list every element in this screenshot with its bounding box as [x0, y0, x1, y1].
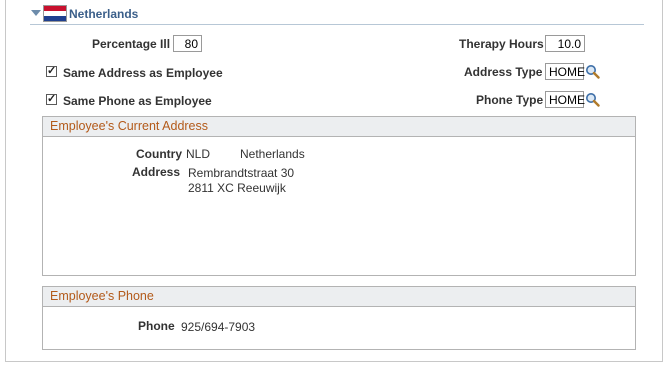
phone-type-label: Phone Type [476, 93, 544, 107]
section-title[interactable]: Netherlands [69, 7, 138, 21]
phone-box-header: Employee's Phone [43, 287, 635, 307]
current-address-header: Employee's Current Address [43, 117, 635, 137]
therapy-hours-label: Therapy Hours [459, 37, 544, 51]
address-type-lookup-icon[interactable] [585, 64, 600, 79]
percentage-label: Percentage Ill [92, 37, 171, 51]
phone-box-title: Employee's Phone [50, 289, 154, 303]
phone-type-input[interactable]: HOME [545, 91, 585, 108]
netherlands-flag-icon [43, 5, 67, 22]
page-frame-right [662, 0, 663, 362]
address-line-1: Rembrandtstraat 30 [188, 166, 295, 180]
phone-value: 925/694-7903 [181, 320, 256, 334]
phone-label: Phone [138, 319, 175, 333]
current-address-box: Employee's Current Address Country NLD N… [42, 116, 636, 276]
page-frame-left [5, 0, 6, 362]
section-header: Netherlands [30, 4, 644, 25]
page-frame-bottom [5, 361, 663, 362]
same-phone-label: Same Phone as Employee [63, 94, 212, 108]
current-address-title: Employee's Current Address [50, 119, 209, 133]
same-address-label: Same Address as Employee [63, 66, 223, 80]
therapy-hours-input[interactable]: 10.0 [545, 35, 585, 52]
address-line-2: 2811 XC Reeuwijk [188, 181, 286, 195]
country-code: NLD [186, 147, 211, 161]
same-phone-checkbox[interactable] [46, 92, 57, 105]
address-type-input[interactable]: HOME [545, 63, 585, 80]
percentage-input[interactable]: 80 [173, 35, 202, 52]
collapse-triangle-icon[interactable] [31, 10, 41, 16]
phone-type-lookup-icon[interactable] [585, 92, 600, 107]
address-type-label: Address Type [464, 65, 543, 79]
same-address-checkbox[interactable] [46, 64, 57, 77]
country-name: Netherlands [240, 147, 305, 161]
address-label: Address [132, 165, 181, 179]
phone-box: Employee's Phone Phone 925/694-7903 [42, 286, 636, 350]
country-label: Country [136, 147, 182, 161]
